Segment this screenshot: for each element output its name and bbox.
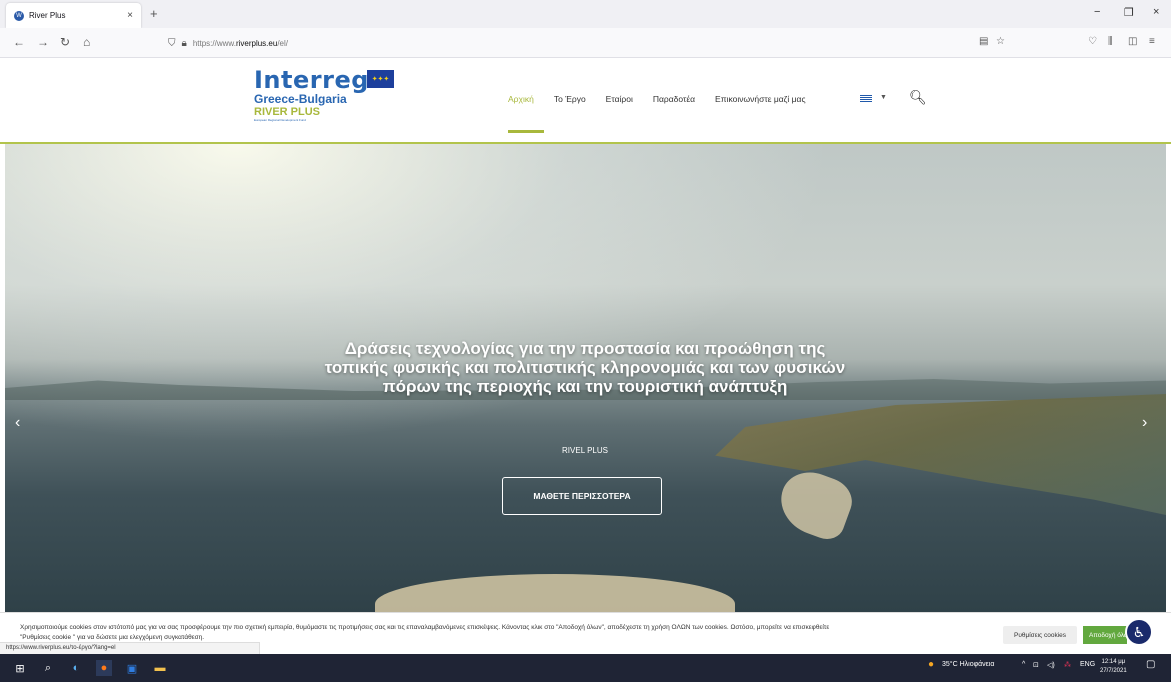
tab-close-icon[interactable]: × [127, 10, 133, 21]
hero-subtitle: RIVEL PLUS [562, 446, 608, 455]
close-window-button[interactable]: × [1153, 6, 1159, 18]
weather-sun-icon[interactable]: ● [928, 659, 934, 670]
browser-tab[interactable]: W River Plus × [6, 3, 141, 28]
logo-fund: European Regional Development Fund [254, 118, 306, 122]
search-taskbar-icon[interactable]: ⌕ [40, 660, 56, 676]
browser-navbar: ← → ↻ ⌂ ⛉ 🔒︎ https://www. riverplus.eu /… [0, 28, 1171, 58]
menu-item-contact[interactable]: Επικοινωνήστε μαζί μας [715, 94, 806, 104]
cookie-settings-button[interactable]: Ρυθμίσεις cookies [1003, 626, 1077, 644]
notifications-icon[interactable]: ▢ [1146, 659, 1155, 670]
hero-sandspit [771, 463, 859, 545]
sidebar-icon[interactable]: ◫ [1128, 36, 1137, 47]
network-icon[interactable]: ⊡ [1033, 661, 1039, 669]
menu-item-project[interactable]: Το Έργο [554, 94, 586, 104]
firefox-icon[interactable]: ● [96, 660, 112, 676]
lock-icon[interactable]: 🔒︎ [182, 38, 187, 49]
volume-icon[interactable]: ◁) [1047, 661, 1055, 669]
browser-tabbar: W River Plus × + − ❐ × [0, 0, 1171, 28]
taskbar-clock[interactable]: 12:14 μμ 27/7/2021 [1100, 658, 1127, 676]
hero-shore [375, 574, 735, 612]
logo-interreg: Interreg [254, 66, 369, 94]
menu-icon[interactable]: ≡ [1149, 36, 1155, 47]
cookie-accept-button[interactable]: Αποδοχή όλων [1083, 626, 1127, 644]
bookmark-star-icon[interactable]: ☆ [996, 36, 1005, 47]
url-path: /el/ [277, 38, 288, 48]
url-prefix: https://www. [192, 38, 236, 48]
slider-prev-icon[interactable]: ‹ [15, 414, 20, 432]
clock-time: 12:14 μμ [1101, 659, 1126, 665]
search-icon[interactable]: 🔍︎ [909, 89, 927, 106]
main-menu: Αρχική Το Έργο Εταίροι Παραδοτέα Επικοιν… [508, 94, 826, 104]
chevron-down-icon[interactable]: ▼ [880, 94, 887, 101]
site-header: Interreg Greece-Bulgaria RIVER PLUS Euro… [0, 58, 1171, 144]
edge-icon[interactable]: ◐ [68, 660, 84, 676]
library-icon[interactable]: ⫼ [1108, 36, 1113, 47]
active-menu-indicator [508, 130, 544, 133]
language-indicator[interactable]: ENG [1080, 661, 1095, 668]
site-logo[interactable]: Interreg Greece-Bulgaria RIVER PLUS Euro… [254, 66, 394, 122]
home-icon[interactable]: ⌂ [83, 35, 90, 49]
windows-taskbar: ⊞ ⌕ ◐ ● ▣ ▬ ● 35°C Ηλιοφάνεια ^ ⊡ ◁) ⁂ E… [0, 654, 1171, 682]
site-favicon-icon: W [14, 10, 24, 21]
menu-item-partners[interactable]: Εταίροι [606, 94, 633, 104]
url-bar[interactable]: ⛉ 🔒︎ https://www. riverplus.eu /el/ [168, 32, 1018, 54]
logo-river-plus: RIVER PLUS [254, 106, 321, 118]
hero-title: Δράσεις τεχνολογίας για την προστασία κα… [324, 339, 846, 396]
minimize-button[interactable]: − [1094, 6, 1100, 18]
status-url: https://www.riverplus.eu/το-έργο/?lang=e… [0, 642, 260, 654]
logo-greece-bulgaria: Greece-Bulgaria [254, 92, 347, 106]
menu-item-home[interactable]: Αρχική [508, 94, 534, 104]
restore-button[interactable]: ❐ [1124, 6, 1134, 19]
reader-view-icon[interactable]: ▤ [979, 36, 988, 47]
outlook-icon[interactable]: ▣ [124, 660, 140, 676]
reload-icon[interactable]: ↻ [60, 35, 70, 49]
learn-more-button[interactable]: ΜΑΘΕΤΕ ΠΕΡΙΣΣΟΤΕΡΑ [502, 477, 662, 515]
cookie-text: Χρησιμοποιούμε cookies στον ιστότοπό μας… [20, 624, 830, 641]
url-domain: riverplus.eu [235, 38, 278, 48]
pocket-icon[interactable]: ♡ [1088, 36, 1097, 47]
slider-next-icon[interactable]: › [1142, 414, 1147, 432]
new-tab-button[interactable]: + [150, 6, 158, 21]
clock-date: 27/7/2021 [1100, 668, 1127, 674]
app-tray-icon[interactable]: ⁂ [1064, 661, 1071, 669]
shield-icon[interactable]: ⛉ [168, 38, 176, 49]
forward-icon[interactable]: → [37, 35, 49, 49]
hero-slider: Δράσεις τεχνολογίας για την προστασία κα… [5, 144, 1166, 612]
file-explorer-icon[interactable]: ▬ [152, 660, 168, 676]
greek-flag-icon[interactable] [860, 95, 872, 103]
tray-chevron-icon[interactable]: ^ [1022, 661, 1025, 668]
back-icon[interactable]: ← [13, 35, 25, 49]
windows-start-icon[interactable]: ⊞ [12, 660, 28, 676]
menu-item-deliverables[interactable]: Παραδοτέα [653, 94, 695, 104]
eu-flag-icon: ✦✦✦ [367, 70, 394, 88]
tab-title: River Plus [29, 11, 66, 20]
accessibility-icon[interactable]: ♿︎ [1125, 618, 1153, 646]
weather-text[interactable]: 35°C Ηλιοφάνεια [942, 661, 994, 668]
